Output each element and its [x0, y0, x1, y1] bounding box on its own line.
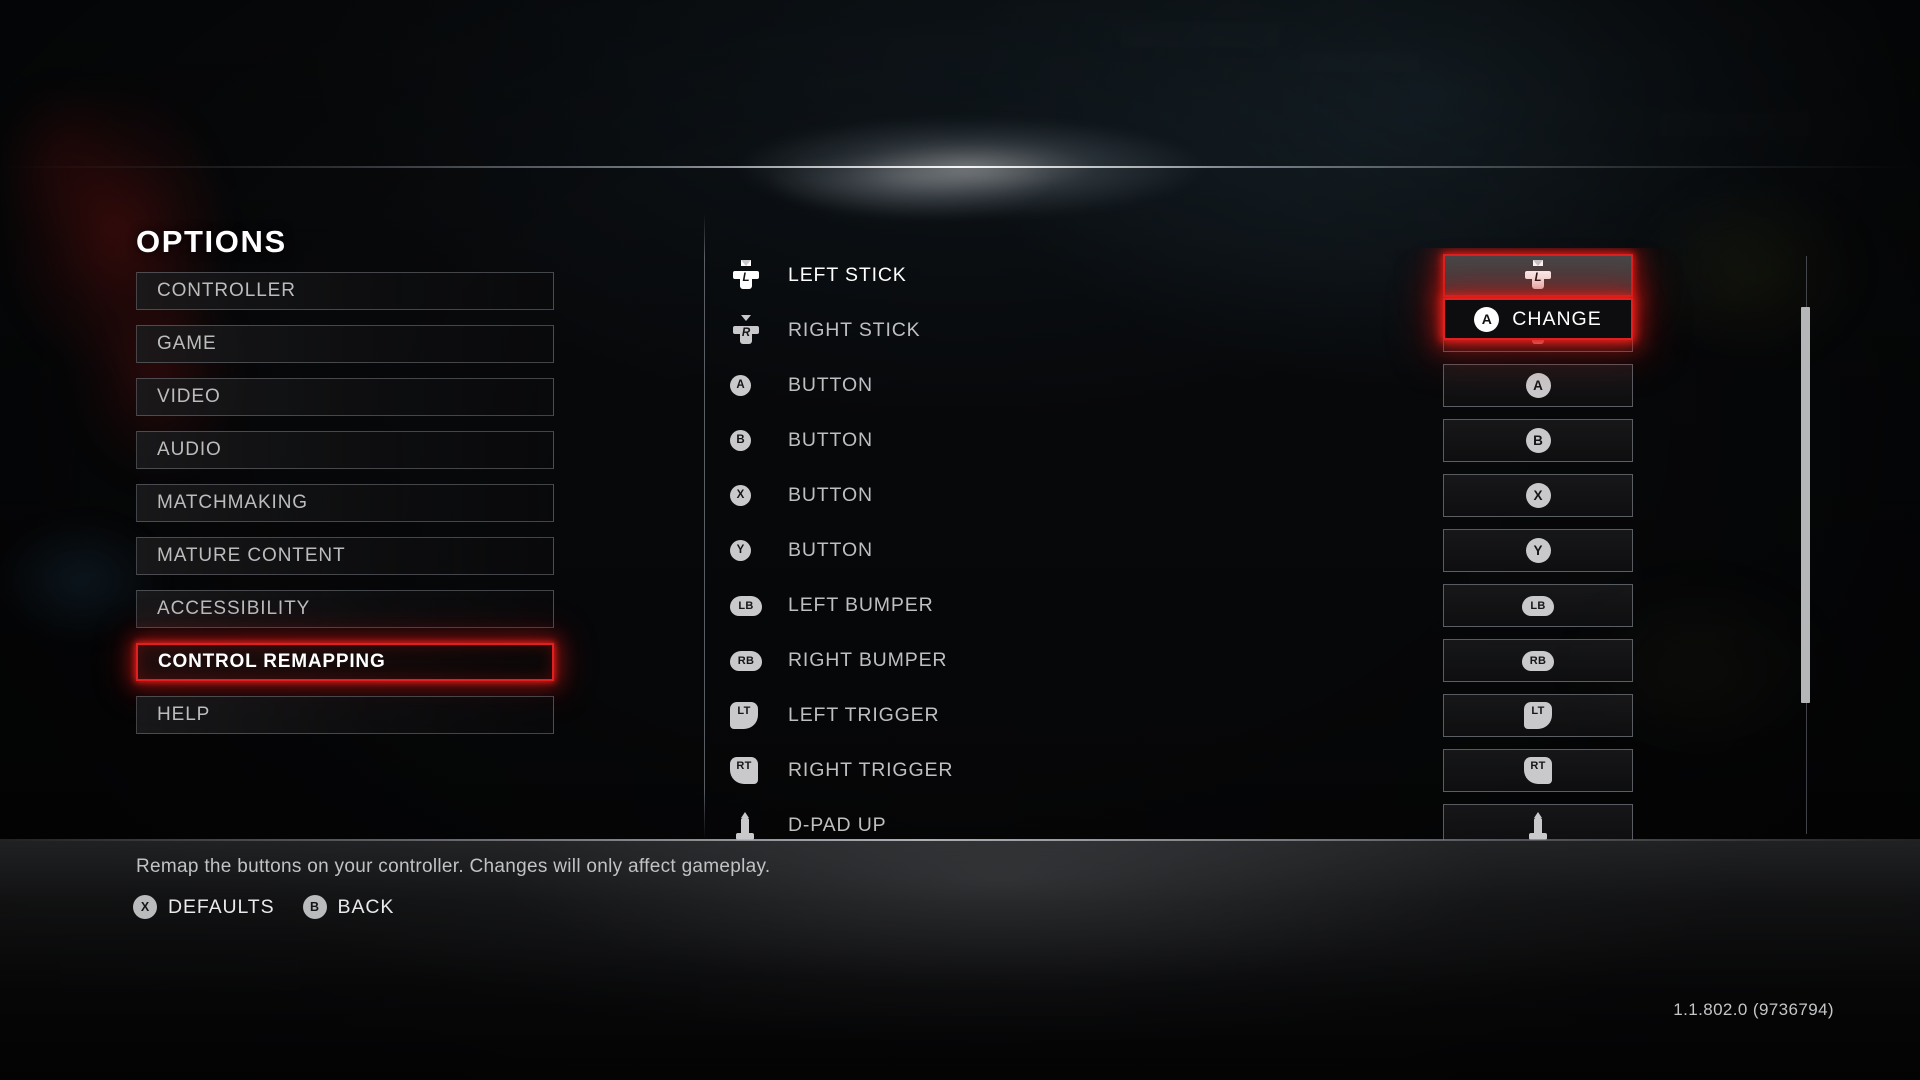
- options-screen: OPTIONS CONTROLLER GAME VIDEO AUDIO MATC…: [0, 0, 1920, 1080]
- prompt-label: DEFAULTS: [168, 895, 275, 918]
- binding-label: RIGHT BUMPER: [788, 649, 948, 671]
- x-button-icon: X: [730, 485, 788, 506]
- sidebar-item-label: MATCHMAKING: [157, 492, 308, 513]
- left-bumper-icon: LB: [730, 595, 788, 616]
- dpad-up-icon: [1523, 811, 1553, 841]
- sidebar-item-video[interactable]: VIDEO: [136, 378, 554, 416]
- sidebar-item-label: ACCESSIBILITY: [157, 598, 311, 619]
- y-button-icon: Y: [1525, 538, 1551, 563]
- x-button-icon: X: [1525, 483, 1551, 508]
- binding-value-right-bumper[interactable]: RB: [1443, 639, 1633, 682]
- a-button-icon: A: [730, 375, 788, 396]
- binding-row-a-button[interactable]: A BUTTON A: [730, 358, 1780, 413]
- left-bumper-icon: LB: [1522, 595, 1554, 616]
- b-button-icon: B: [730, 430, 788, 451]
- binding-row-right-bumper[interactable]: RB RIGHT BUMPER RB: [730, 633, 1780, 688]
- binding-row-left-trigger[interactable]: LT LEFT TRIGGER LT: [730, 688, 1780, 743]
- options-sidebar: CONTROLLER GAME VIDEO AUDIO MATCHMAKING …: [136, 272, 554, 749]
- change-tooltip-label: CHANGE: [1512, 307, 1602, 330]
- sidebar-item-label: CONTROL REMAPPING: [158, 651, 386, 672]
- sidebar-item-matchmaking[interactable]: MATCHMAKING: [136, 484, 554, 522]
- prompt-label: BACK: [337, 895, 395, 918]
- binding-label: BUTTON: [788, 374, 873, 396]
- b-button-icon: B: [302, 895, 327, 919]
- x-button-icon: X: [133, 895, 157, 919]
- binding-value-x-button[interactable]: X: [1443, 474, 1633, 517]
- sidebar-item-controller[interactable]: CONTROLLER: [136, 272, 554, 310]
- sidebar-item-label: GAME: [157, 333, 217, 354]
- binding-label: RIGHT STICK: [788, 319, 921, 341]
- sidebar-item-help[interactable]: HELP: [136, 696, 554, 734]
- footer-button-prompts: X DEFAULTS B BACK: [133, 895, 394, 919]
- sidebar-item-label: VIDEO: [157, 386, 221, 407]
- binding-label: LEFT TRIGGER: [788, 704, 940, 726]
- binding-label: BUTTON: [788, 484, 873, 506]
- binding-value-right-trigger[interactable]: RT: [1443, 749, 1633, 792]
- y-button-icon: Y: [730, 540, 788, 561]
- left-stick-icon: L: [1522, 259, 1554, 292]
- binding-label: LEFT BUMPER: [788, 594, 934, 616]
- prompt-defaults[interactable]: X DEFAULTS: [133, 895, 275, 919]
- sidebar-item-label: HELP: [157, 704, 211, 725]
- sidebar-item-label: AUDIO: [157, 439, 222, 460]
- binding-row-dpad-up[interactable]: D-PAD UP: [730, 798, 1780, 840]
- sidebar-item-label: CONTROLLER: [157, 280, 296, 301]
- left-trigger-icon: LT: [1524, 702, 1552, 729]
- a-button-icon: A: [1525, 373, 1551, 398]
- panel-divider: [704, 214, 705, 839]
- sidebar-item-label: MATURE CONTENT: [157, 545, 346, 566]
- sidebar-item-game[interactable]: GAME: [136, 325, 554, 363]
- binding-row-b-button[interactable]: B BUTTON B: [730, 413, 1780, 468]
- binding-label: BUTTON: [788, 539, 873, 561]
- right-trigger-icon: RT: [730, 757, 788, 784]
- binding-value-a-button[interactable]: A: [1443, 364, 1633, 407]
- change-binding-tooltip[interactable]: A CHANGE: [1443, 298, 1633, 340]
- a-button-icon: A: [1474, 306, 1500, 332]
- sidebar-item-accessibility[interactable]: ACCESSIBILITY: [136, 590, 554, 628]
- binding-value-left-stick[interactable]: L: [1443, 254, 1633, 297]
- binding-value-b-button[interactable]: B: [1443, 419, 1633, 462]
- binding-row-left-bumper[interactable]: LB LEFT BUMPER LB: [730, 578, 1780, 633]
- binding-row-right-trigger[interactable]: RT RIGHT TRIGGER RT: [730, 743, 1780, 798]
- binding-value-y-button[interactable]: Y: [1443, 529, 1633, 572]
- binding-row-x-button[interactable]: X BUTTON X: [730, 468, 1780, 523]
- left-trigger-icon: LT: [730, 702, 788, 729]
- binding-label: RIGHT TRIGGER: [788, 759, 954, 781]
- right-stick-icon: R: [730, 314, 788, 347]
- b-button-icon: B: [1525, 428, 1551, 453]
- page-title: OPTIONS: [136, 224, 287, 259]
- footer-divider: [0, 839, 1920, 841]
- binding-label: D-PAD UP: [788, 814, 887, 836]
- version-label: 1.1.802.0 (9736794): [1673, 1000, 1834, 1019]
- binding-row-left-stick[interactable]: L LEFT STICK L: [730, 248, 1780, 303]
- footer-help-text: Remap the buttons on your controller. Ch…: [136, 856, 771, 877]
- dpad-up-icon: [730, 811, 788, 841]
- sidebar-item-audio[interactable]: AUDIO: [136, 431, 554, 469]
- binding-row-y-button[interactable]: Y BUTTON Y: [730, 523, 1780, 578]
- prompt-back[interactable]: B BACK: [302, 895, 395, 919]
- sidebar-item-control-remapping[interactable]: CONTROL REMAPPING: [136, 643, 554, 681]
- right-bumper-icon: RB: [1522, 650, 1554, 671]
- left-stick-icon: L: [730, 259, 788, 292]
- binding-value-left-trigger[interactable]: LT: [1443, 694, 1633, 737]
- binding-label: LEFT STICK: [788, 264, 907, 286]
- binding-value-left-bumper[interactable]: LB: [1443, 584, 1633, 627]
- binding-label: BUTTON: [788, 429, 873, 451]
- right-bumper-icon: RB: [730, 650, 788, 671]
- sidebar-item-mature-content[interactable]: MATURE CONTENT: [136, 537, 554, 575]
- binding-value-dpad-up[interactable]: [1443, 804, 1633, 840]
- list-scrollbar-thumb[interactable]: [1801, 307, 1810, 703]
- right-trigger-icon: RT: [1524, 757, 1552, 784]
